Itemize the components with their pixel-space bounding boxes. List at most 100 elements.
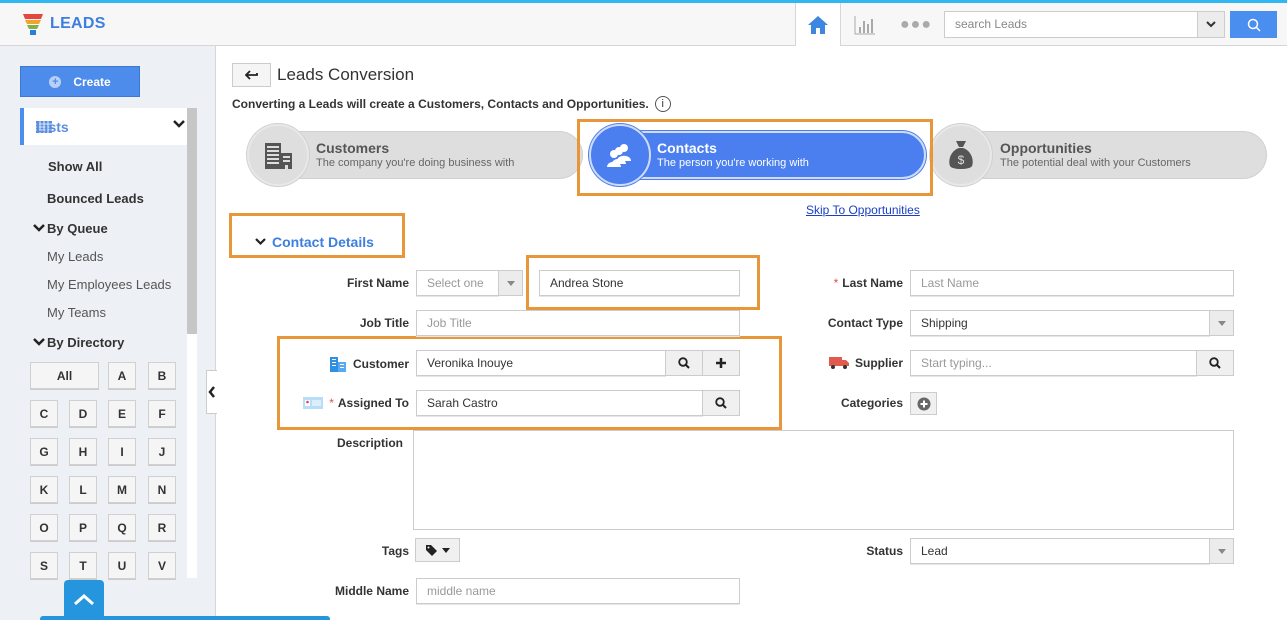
directory-letter-d[interactable]: D <box>69 400 97 427</box>
info-icon[interactable]: i <box>654 96 671 112</box>
funnel-logo-icon <box>23 14 43 35</box>
directory-letter-j[interactable]: J <box>148 438 176 465</box>
directory-letter-e[interactable]: E <box>108 400 136 427</box>
home-icon <box>808 15 828 34</box>
search-icon <box>678 357 690 369</box>
add-category-button[interactable] <box>910 392 937 415</box>
sidebar-scrollbar[interactable] <box>187 108 197 578</box>
tags-dropdown-button[interactable] <box>415 538 460 562</box>
directory-letter-q[interactable]: Q <box>108 514 136 541</box>
chevron-left-icon <box>208 386 215 398</box>
search-icon <box>1247 18 1261 32</box>
skip-to-opportunities-link[interactable]: Skip To Opportunities <box>806 203 920 217</box>
search-input[interactable]: search Leads <box>944 11 1198 38</box>
truck-icon <box>828 357 849 369</box>
plus-icon <box>716 358 726 368</box>
more-icon: ●●● <box>900 16 932 33</box>
first-name-input[interactable]: Andrea Stone <box>539 270 740 296</box>
customer-add-button[interactable] <box>702 350 740 376</box>
step-title: Opportunities <box>1000 140 1092 156</box>
directory-letter-l[interactable]: L <box>69 476 97 503</box>
directory-letter-a[interactable]: A <box>108 362 136 389</box>
supplier-search-button[interactable] <box>1196 350 1234 376</box>
search-dropdown-button[interactable] <box>1197 11 1225 38</box>
more-button[interactable]: ●●● <box>900 17 931 33</box>
directory-letter-u[interactable]: U <box>108 552 136 579</box>
directory-letter-v[interactable]: V <box>148 552 176 579</box>
middle-name-label: Middle Name <box>334 584 409 598</box>
first-name-label: First Name <box>346 276 409 290</box>
contact-type-select[interactable]: Shipping <box>910 310 1210 336</box>
search-icon <box>1209 357 1221 369</box>
directory-letter-all[interactable]: All <box>30 362 99 389</box>
supplier-input[interactable]: Start typing... <box>910 350 1197 376</box>
customer-input[interactable]: Veronika Inouye <box>416 350 666 376</box>
required-marker: * <box>329 396 334 410</box>
collapse-sidebar-button[interactable] <box>206 370 217 414</box>
reports-button[interactable] <box>852 13 878 37</box>
chevron-down-icon <box>173 120 185 128</box>
step-title: Customers <box>316 140 390 156</box>
sidebar-group-by-queue[interactable]: By Queue <box>33 221 108 236</box>
assigned-to-label-group: * Assigned To <box>280 396 409 410</box>
directory-letter-f[interactable]: F <box>148 400 176 427</box>
directory-letter-b[interactable]: B <box>148 362 176 389</box>
sidebar-item-my-employees-leads[interactable]: My Employees Leads <box>47 277 171 292</box>
home-button[interactable] <box>795 3 841 46</box>
description-textarea[interactable] <box>413 430 1234 530</box>
sidebar: + Create Lists Show All Bounced Leads By… <box>0 46 216 620</box>
directory-letter-n[interactable]: N <box>148 476 176 503</box>
directory-letter-t[interactable]: T <box>69 552 97 579</box>
search-button[interactable] <box>1230 11 1277 38</box>
directory-letter-o[interactable]: O <box>30 514 58 541</box>
directory-letter-k[interactable]: K <box>30 476 58 503</box>
caret-down-icon <box>506 280 515 286</box>
status-select[interactable]: Lead <box>910 538 1210 564</box>
back-button[interactable] <box>232 63 271 87</box>
assigned-to-search-button[interactable] <box>702 390 740 416</box>
contact-type-dropdown-button[interactable] <box>1209 310 1234 336</box>
supplier-label-group: Supplier <box>800 356 903 370</box>
sidebar-item-my-teams[interactable]: My Teams <box>47 305 106 320</box>
create-button[interactable]: + Create <box>20 66 140 97</box>
lists-label: Lists <box>36 118 69 135</box>
lists-toggle[interactable]: Lists <box>20 108 187 145</box>
step-customers[interactable]: Customers The company you're doing busin… <box>247 124 583 186</box>
chevron-down-icon <box>255 238 266 246</box>
salutation-dropdown-button[interactable] <box>498 270 523 296</box>
customer-search-button[interactable] <box>665 350 703 376</box>
top-bar: LEADS ●●● search Leads <box>0 0 1287 46</box>
last-name-label: Last Name <box>842 276 903 290</box>
sidebar-item-show-all[interactable]: Show All <box>48 159 102 174</box>
sidebar-item-bounced-leads[interactable]: Bounced Leads <box>47 191 144 206</box>
status-dropdown-button[interactable] <box>1209 538 1234 564</box>
scroll-up-button[interactable] <box>64 580 104 620</box>
directory-letter-g[interactable]: G <box>30 438 58 465</box>
salutation-select[interactable]: Select one <box>416 270 499 296</box>
directory-letter-i[interactable]: I <box>108 438 136 465</box>
directory-letter-c[interactable]: C <box>30 400 58 427</box>
tag-icon <box>426 545 437 556</box>
directory-letter-p[interactable]: P <box>69 514 97 541</box>
directory-letter-s[interactable]: S <box>30 552 58 579</box>
step-pill <box>267 131 583 179</box>
directory-letter-h[interactable]: H <box>69 438 97 465</box>
scrollbar-thumb[interactable] <box>187 108 197 334</box>
step-opportunities[interactable]: $ Opportunities The potential deal with … <box>930 124 1267 186</box>
section-title: Contact Details <box>272 234 374 250</box>
section-toggle-contact-details[interactable]: Contact Details <box>255 234 374 250</box>
step-circle: $ <box>930 124 992 186</box>
last-name-input[interactable]: Last Name <box>910 270 1234 296</box>
bottom-bar <box>40 616 330 620</box>
step-subtitle: The potential deal with your Customers <box>1000 157 1191 169</box>
caret-down-icon <box>442 547 450 553</box>
sidebar-item-my-leads[interactable]: My Leads <box>47 249 103 264</box>
app-logo[interactable]: LEADS <box>22 12 106 36</box>
assigned-to-input[interactable]: Sarah Castro <box>416 390 703 416</box>
required-marker: * <box>833 276 839 290</box>
directory-letter-m[interactable]: M <box>108 476 136 503</box>
sidebar-group-by-directory[interactable]: By Directory <box>33 335 124 350</box>
middle-name-input[interactable]: middle name <box>416 578 740 604</box>
directory-letter-r[interactable]: R <box>148 514 176 541</box>
job-title-input[interactable]: Job Title <box>416 310 740 336</box>
